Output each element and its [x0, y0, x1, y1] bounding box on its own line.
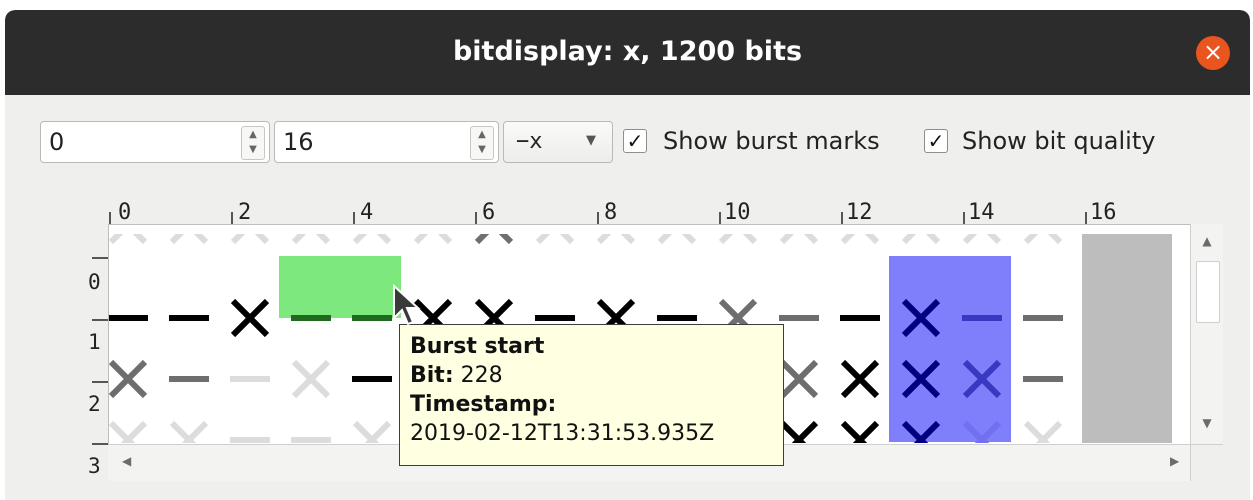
bit-x-symbol [596, 234, 636, 245]
bit-x-symbol [474, 234, 514, 245]
bit-x-symbol [230, 298, 270, 338]
out-of-range-area [1082, 234, 1172, 443]
bit-x-symbol [291, 234, 331, 245]
bit-x-symbol [1023, 420, 1063, 443]
bit-x-symbol [352, 420, 392, 443]
bit-x-symbol [1023, 234, 1063, 245]
selection-highlight [889, 256, 1011, 442]
bit-x-symbol [230, 234, 270, 245]
tooltip-timestamp-value: 2019-02-12T13:31:53.935Z [410, 421, 715, 446]
bit-x-symbol [109, 420, 148, 443]
bit-x-symbol [779, 234, 819, 245]
bit-x-symbol [962, 234, 1002, 245]
bit-x-symbol [657, 234, 697, 245]
bit-x-symbol [352, 234, 392, 245]
tooltip-bit-label: Bit: [410, 363, 454, 388]
bit-x-symbol [291, 359, 331, 399]
burst-tooltip: Burst start Bit: 228 Timestamp: 2019-02-… [399, 324, 784, 466]
bit-x-symbol [718, 234, 758, 245]
bit-x-symbol [840, 359, 880, 399]
tooltip-timestamp-label: Timestamp: [410, 392, 557, 417]
mouse-pointer-icon [393, 284, 421, 326]
tooltip-heading: Burst start [410, 334, 545, 359]
bit-x-symbol [535, 234, 575, 245]
bit-x-symbol [413, 234, 453, 245]
bit-x-symbol [169, 420, 209, 443]
bit-x-symbol [901, 234, 941, 245]
bit-x-symbol [840, 234, 880, 245]
bit-x-symbol [109, 234, 148, 245]
bit-x-symbol [779, 359, 819, 399]
tooltip-bit-value: 228 [460, 363, 503, 388]
bit-x-symbol [109, 359, 148, 399]
bit-x-symbol [840, 420, 880, 443]
bit-x-symbol [169, 234, 209, 245]
burst-start-highlight [279, 256, 401, 318]
bit-x-symbol [779, 420, 819, 443]
